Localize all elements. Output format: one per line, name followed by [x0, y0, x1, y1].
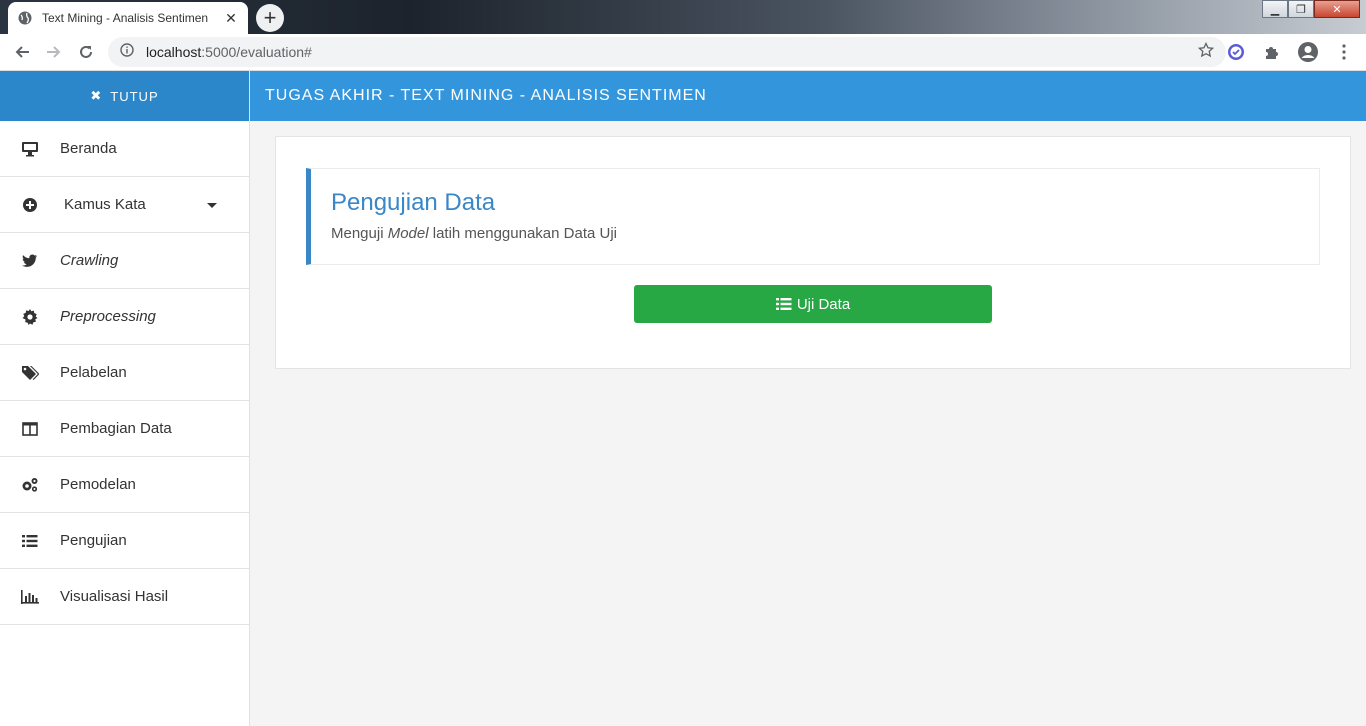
page-subtitle: Menguji Model latih menggunakan Data Uji	[331, 225, 1319, 242]
window-close-button[interactable]: ✕	[1314, 0, 1360, 18]
sidebar-item-label: Pelabelan	[60, 364, 127, 381]
columns-icon	[20, 419, 40, 439]
sidebar-close-label: TUTUP	[110, 88, 159, 104]
sidebar-item-beranda[interactable]: Beranda	[0, 121, 249, 177]
twitter-icon	[20, 251, 40, 271]
sidebar-item-pelabelan[interactable]: Pelabelan	[0, 345, 249, 401]
content-card: Pengujian Data Menguji Model latih mengg…	[275, 136, 1351, 369]
sidebar-item-kamus-kata[interactable]: Kamus Kata	[0, 177, 249, 233]
reload-button[interactable]	[70, 36, 102, 68]
sidebar-item-label: Visualisasi Hasil	[60, 588, 169, 605]
subtitle-text-pre: Menguji	[331, 225, 388, 242]
plus-circle-icon	[20, 195, 40, 215]
globe-icon	[18, 11, 32, 25]
list-icon	[775, 297, 792, 311]
sidebar-item-label: Pengujian	[60, 532, 127, 549]
star-icon[interactable]	[1197, 41, 1215, 63]
page-callout: Pengujian Data Menguji Model latih mengg…	[306, 168, 1320, 265]
page-title: Pengujian Data	[331, 189, 496, 216]
bar-chart-icon	[20, 587, 40, 607]
sidebar-item-label: Pembagian Data	[60, 420, 172, 437]
extension-check-icon[interactable]	[1222, 37, 1250, 67]
minimize-button[interactable]: ▁	[1262, 0, 1288, 18]
sidebar-close-button[interactable]: ✖ TUTUP	[0, 71, 249, 121]
sidebar-item-label: Crawling	[60, 252, 119, 269]
back-button[interactable]	[6, 36, 38, 68]
uji-data-button[interactable]: Uji Data	[634, 285, 992, 323]
sidebar-item-label: Beranda	[60, 140, 117, 157]
sidebar-item-pembagian-data[interactable]: Pembagian Data	[0, 401, 249, 457]
sidebar-item-pengujian[interactable]: Pengujian	[0, 513, 249, 569]
sidebar-item-label: Kamus Kata	[64, 196, 146, 213]
toolbar-actions	[1222, 37, 1358, 67]
sidebar-item-label: Pemodelan	[60, 476, 136, 493]
profile-icon[interactable]	[1294, 37, 1322, 67]
browser-titlebar: Text Mining - Analisis Sentimen ✕ + ▁ ❐ …	[0, 0, 1366, 34]
gear-icon	[20, 307, 40, 327]
menu-kebab-icon[interactable]	[1330, 37, 1358, 67]
caret-down-icon[interactable]	[207, 203, 217, 208]
tab-close-icon[interactable]: ✕	[224, 10, 238, 26]
browser-toolbar: localhost:5000/evaluation#	[0, 34, 1366, 71]
maximize-button[interactable]: ❐	[1288, 0, 1314, 18]
tags-icon	[20, 363, 40, 383]
subtitle-text-em: Model	[387, 225, 429, 242]
sidebar-item-label: Preprocessing	[60, 308, 156, 325]
list-icon	[20, 531, 40, 551]
url-host: localhost	[146, 44, 202, 60]
subtitle-text-post: latih menggunakan Data Uji	[428, 225, 618, 242]
sidebar-item-visualisasi-hasil[interactable]: Visualisasi Hasil	[0, 569, 249, 625]
window-controls: ▁ ❐ ✕	[1262, 0, 1360, 18]
desktop-icon	[20, 139, 40, 159]
button-label: Uji Data	[796, 295, 851, 313]
app-title: TUGAS AKHIR - TEXT MINING - ANALISIS SEN…	[265, 87, 707, 104]
url-path: :5000/evaluation#	[201, 44, 312, 60]
sidebar-item-crawling[interactable]: Crawling	[0, 233, 249, 289]
new-tab-button[interactable]: +	[256, 4, 284, 32]
sidebar-item-pemodelan[interactable]: Pemodelan	[0, 457, 249, 513]
tab-title: Text Mining - Analisis Sentimen	[42, 11, 209, 25]
sidebar-item-preprocessing[interactable]: Preprocessing	[0, 289, 249, 345]
address-bar[interactable]: localhost:5000/evaluation#	[108, 37, 1226, 67]
close-icon: ✖	[90, 88, 103, 103]
browser-tab[interactable]: Text Mining - Analisis Sentimen ✕	[8, 2, 248, 34]
cogs-icon	[20, 475, 40, 495]
app-header: TUGAS AKHIR - TEXT MINING - ANALISIS SEN…	[250, 71, 1366, 121]
puzzle-icon[interactable]	[1258, 37, 1286, 67]
url-text: localhost:5000/evaluation#	[146, 44, 1198, 60]
sidebar: ✖ TUTUP Beranda Kamus Kata Crawling Prep…	[0, 71, 250, 726]
info-icon[interactable]	[120, 42, 134, 62]
forward-button[interactable]	[38, 36, 70, 68]
